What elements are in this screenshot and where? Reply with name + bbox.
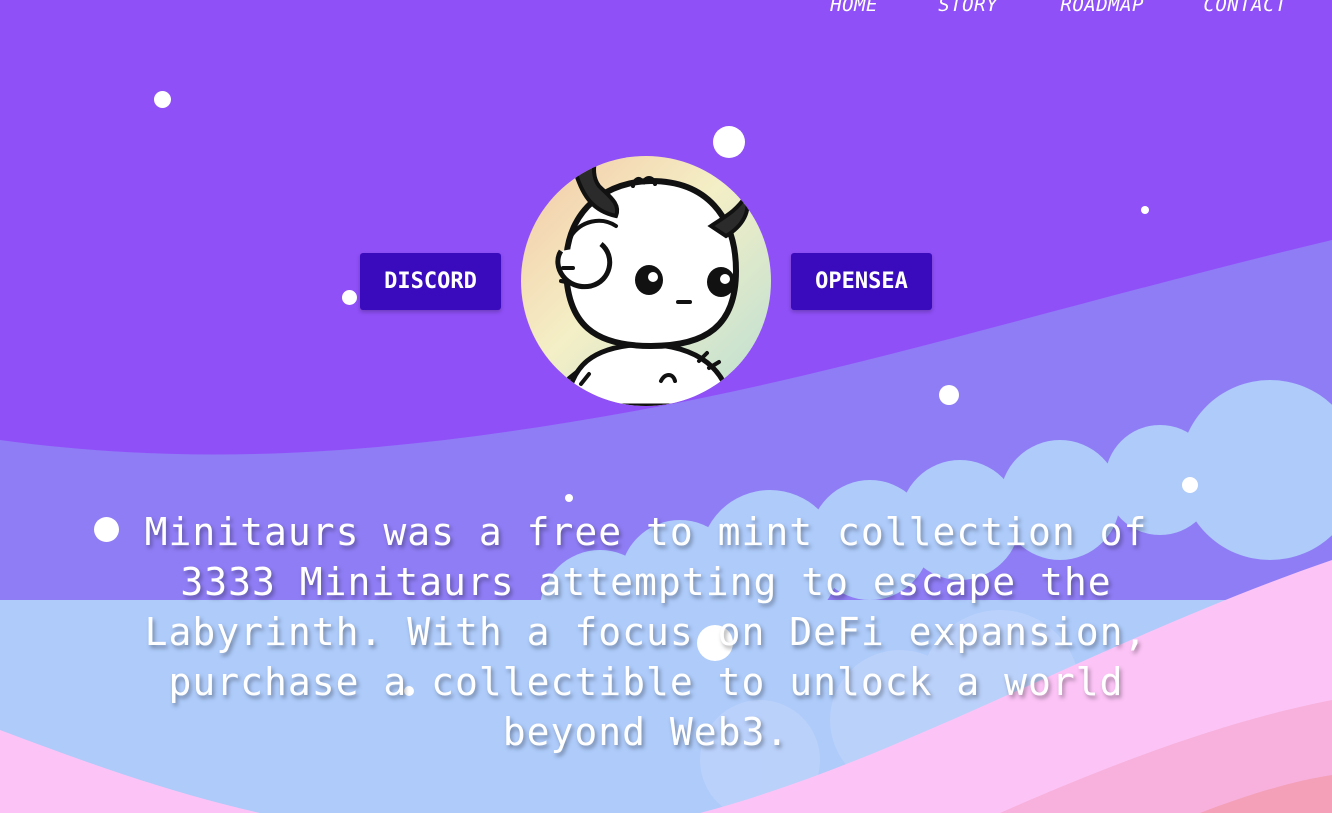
star-dot: [939, 385, 959, 405]
star-dot: [94, 517, 119, 542]
star-dot: [154, 91, 171, 108]
star-dot: [1182, 477, 1198, 493]
nav-roadmap-link[interactable]: ROADMAP: [1060, 0, 1144, 16]
minitaur-mascot-icon: [521, 156, 771, 406]
nav-story-link[interactable]: STORY: [938, 0, 998, 16]
star-dot: [713, 126, 745, 158]
star-dot: [565, 494, 573, 502]
nav-contact-link[interactable]: CONTACT: [1203, 0, 1287, 16]
star-dot: [342, 290, 357, 305]
star-dot: [1141, 206, 1149, 214]
discord-button[interactable]: DISCORD: [360, 253, 501, 310]
minitaur-avatar: [521, 156, 771, 406]
nav-home-link[interactable]: HOME: [830, 0, 878, 16]
project-description: Minitaurs was a free to mint collection …: [144, 510, 1148, 754]
opensea-button[interactable]: OPENSEA: [791, 253, 932, 310]
